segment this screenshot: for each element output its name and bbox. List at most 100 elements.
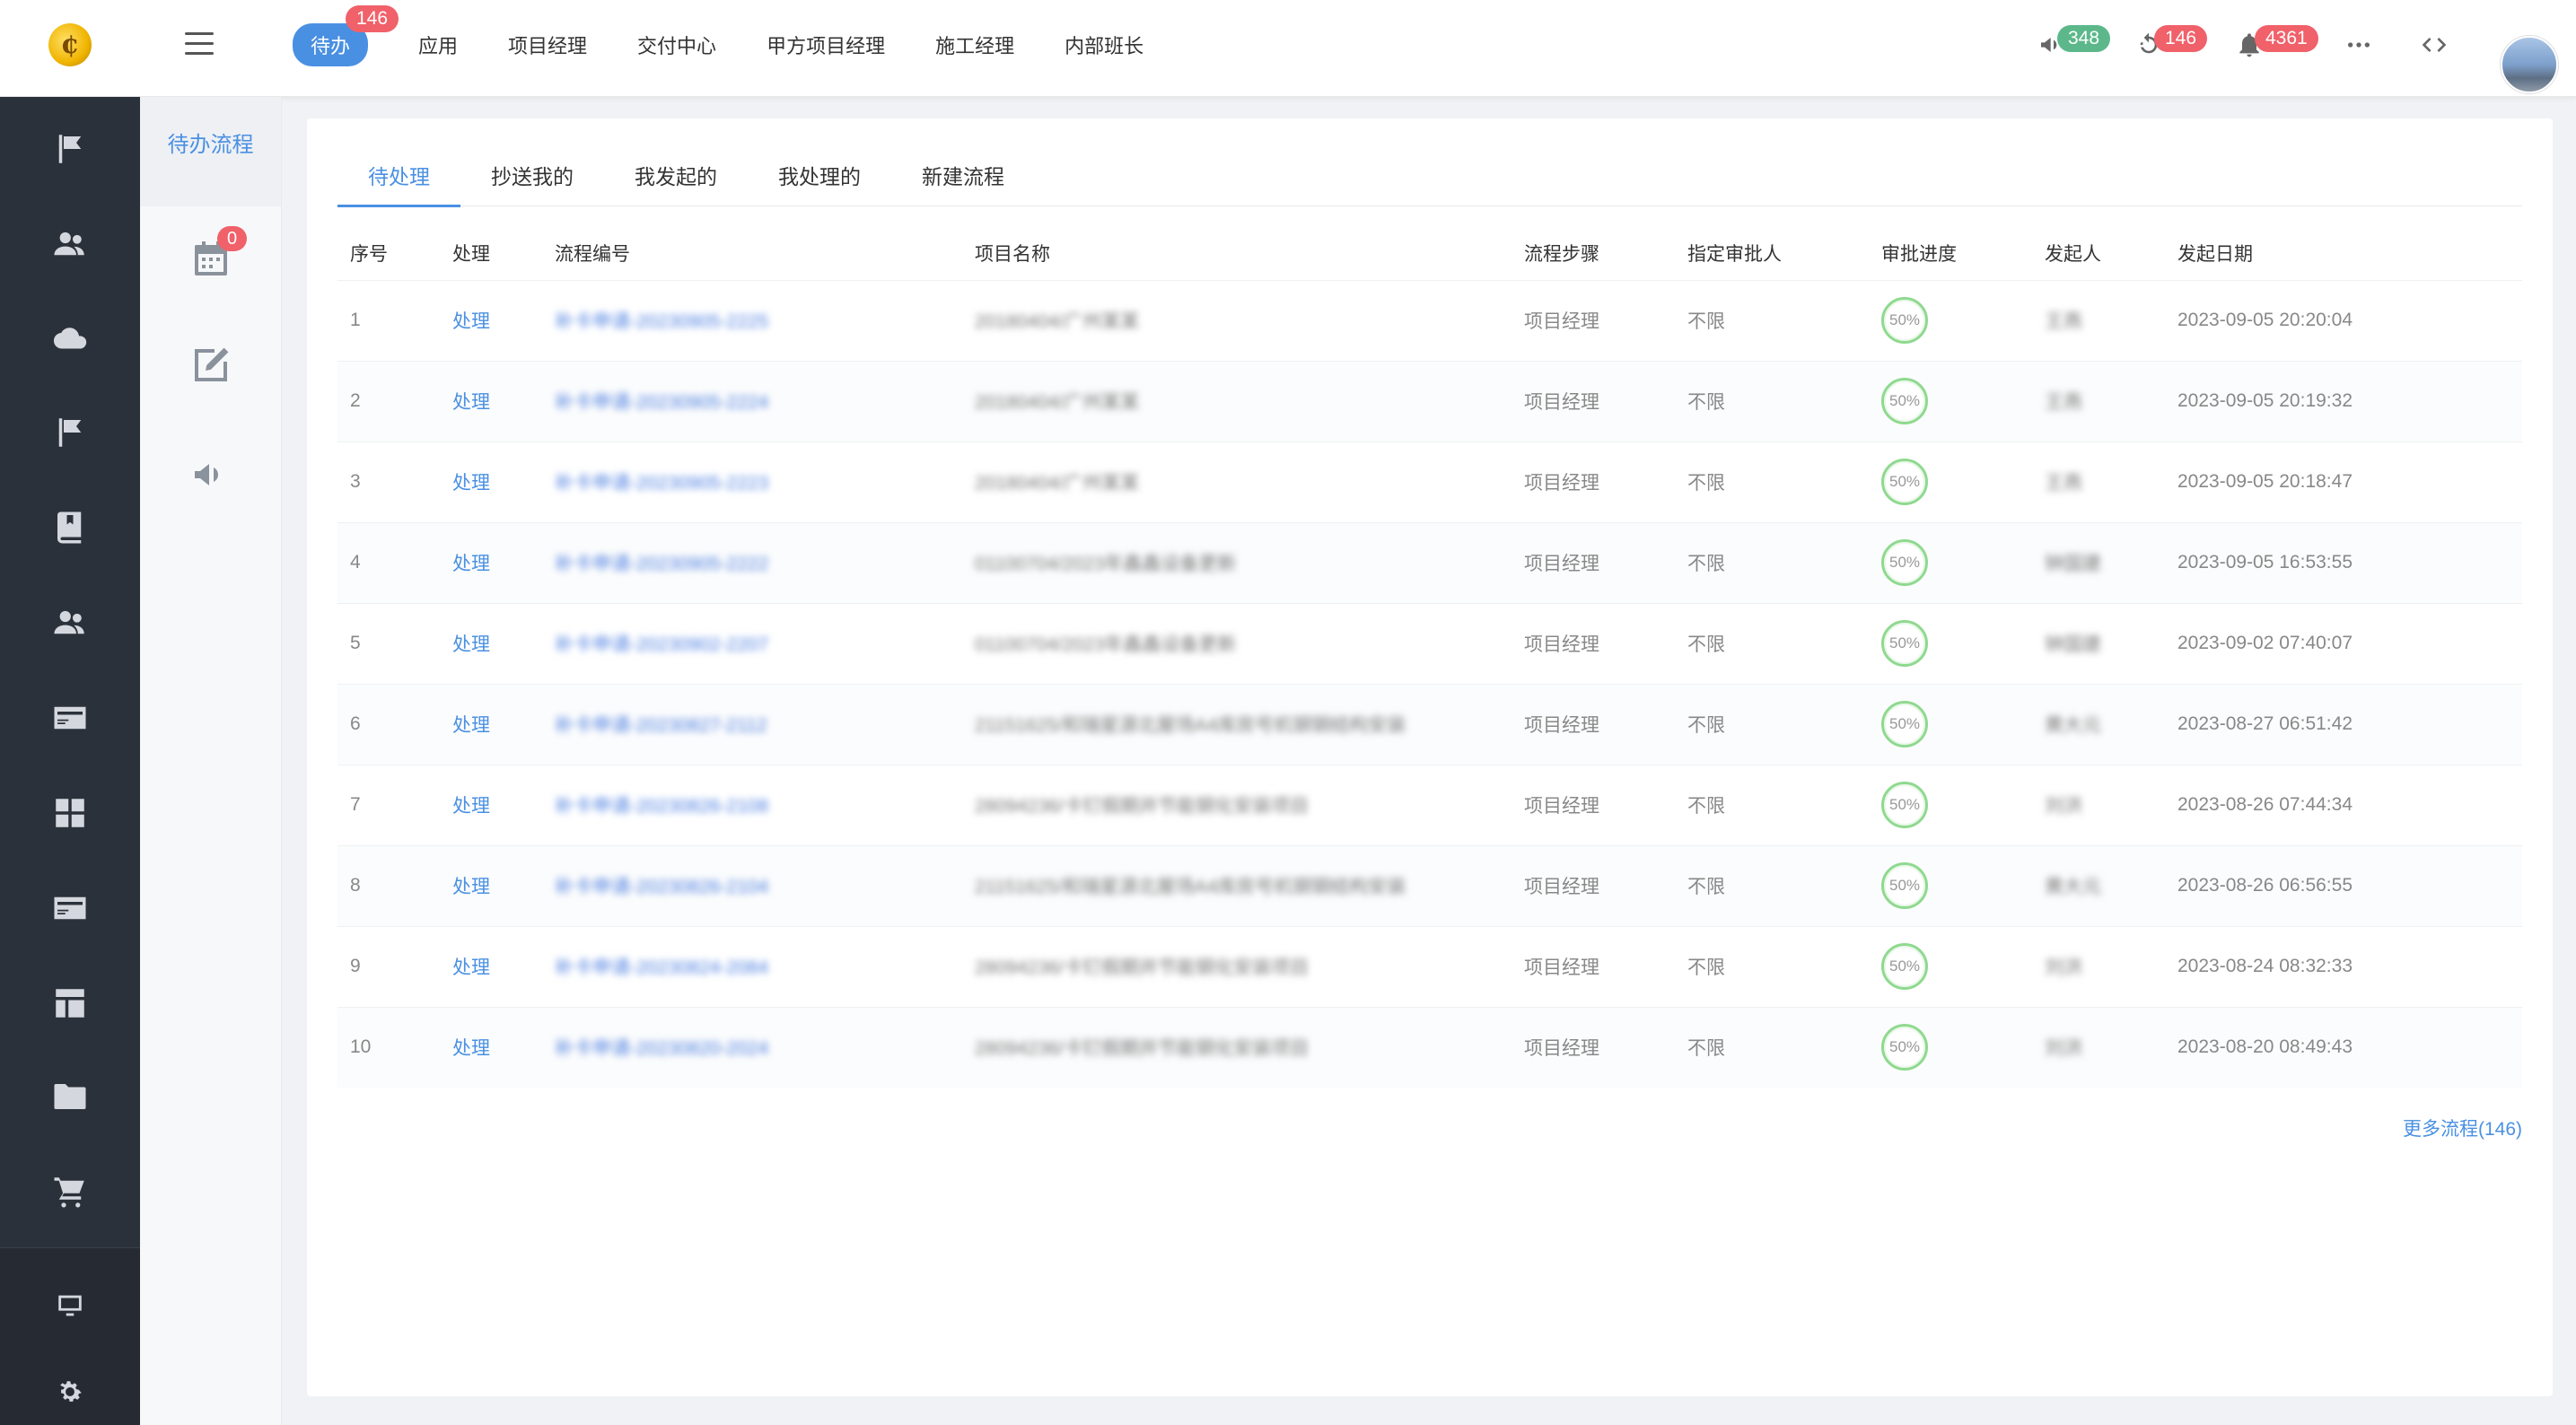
nav-item-apps[interactable]: 应用 <box>418 31 458 59</box>
flow-step: 项目经理 <box>1511 441 1675 522</box>
refresh-icon[interactable]: 146 <box>2134 25 2208 66</box>
app-logo[interactable]: ¢ <box>48 23 92 66</box>
project-name: 28094236/卡钉假期并节能钢化安装项目 <box>975 1038 1310 1060</box>
more-icon[interactable] <box>2344 31 2380 66</box>
nav-item-todo[interactable]: 待办 146 <box>293 5 399 66</box>
process-link[interactable]: 处理 <box>452 634 490 655</box>
flow-step: 项目经理 <box>1511 844 1675 926</box>
code-icon[interactable] <box>2420 31 2456 66</box>
initiated-date: 2023-09-05 20:20:04 <box>2165 279 2522 361</box>
calendar-icon[interactable]: 0 <box>140 226 282 291</box>
gear-icon[interactable] <box>0 1356 140 1425</box>
initiator-name: 钟国建 <box>2045 634 2101 655</box>
nav-item-client-project-manager[interactable]: 甲方项目经理 <box>767 31 885 59</box>
flow-number-link[interactable]: 补卡申请-20230902-2207 <box>555 634 768 655</box>
sidebar-footer <box>0 1247 140 1425</box>
edit-icon[interactable] <box>140 334 282 397</box>
column-header: 处理 <box>452 243 490 265</box>
column-header: 发起人 <box>2045 243 2101 265</box>
process-link[interactable]: 处理 <box>452 311 490 332</box>
user-avatar[interactable] <box>2501 36 2558 93</box>
announcement-icon[interactable]: 348 <box>2037 25 2111 66</box>
flow-step: 项目经理 <box>1511 602 1675 684</box>
flag-icon[interactable] <box>0 113 140 185</box>
workflow-tabs: 待处理 抄送我的 我发起的 我处理的 新建流程 <box>337 158 2522 207</box>
initiated-date: 2023-08-27 06:51:42 <box>2165 683 2522 765</box>
folder-icon[interactable] <box>0 1061 140 1132</box>
users-icon[interactable] <box>0 587 140 659</box>
tab-processed-by-me[interactable]: 我处理的 <box>748 158 891 206</box>
process-link[interactable]: 处理 <box>452 554 490 574</box>
flag-icon[interactable] <box>0 397 140 468</box>
nav-item-internal-foreman[interactable]: 内部班长 <box>1065 31 1143 59</box>
approval-progress-ring: 50% <box>1881 620 1928 667</box>
assigned-approver: 不限 <box>1675 764 1869 845</box>
initiated-date: 2023-09-05 20:18:47 <box>2165 441 2522 522</box>
initiated-date: 2023-08-20 08:49:43 <box>2165 1006 2522 1088</box>
project-name: 28094236/卡钉假期并节能钢化安装项目 <box>975 957 1310 978</box>
flow-number-link[interactable]: 补卡申请-20230905-2222 <box>555 554 768 574</box>
megaphone-icon[interactable] <box>140 443 282 506</box>
menu-toggle-icon[interactable] <box>185 32 214 57</box>
table-row: 6 处理 补卡申请-20230827-2112 21151625/和瑞星源北屋场A4库… <box>337 683 2522 765</box>
layout-icon[interactable] <box>0 967 140 1039</box>
process-link[interactable]: 处理 <box>452 1038 490 1059</box>
flow-number-link[interactable]: 补卡申请-20230905-2224 <box>555 392 768 413</box>
initiator-name: 黄大元 <box>2045 715 2101 736</box>
flow-number-link[interactable]: 补卡申请-20230905-2225 <box>555 311 768 332</box>
flow-step: 项目经理 <box>1511 1006 1675 1088</box>
table-row: 5 处理 补卡申请-20230902-2207 01100704/2023年鑫鑫设备更… <box>337 602 2522 684</box>
process-link[interactable]: 处理 <box>452 877 490 897</box>
dashboard-icon[interactable] <box>0 777 140 849</box>
row-number: 1 <box>337 279 440 361</box>
nav-item-project-manager[interactable]: 项目经理 <box>508 31 587 59</box>
bell-icon[interactable]: 4361 <box>2235 25 2318 66</box>
initiated-date: 2023-08-24 08:32:33 <box>2165 925 2522 1007</box>
process-link[interactable]: 处理 <box>452 715 490 736</box>
approval-progress-ring: 50% <box>1881 862 1928 909</box>
process-link[interactable]: 处理 <box>452 796 490 817</box>
assigned-approver: 不限 <box>1675 279 1869 361</box>
tab-pending[interactable]: 待处理 <box>337 158 460 207</box>
row-number: 8 <box>337 844 440 926</box>
top-icons: 348 146 4361 <box>2011 22 2576 93</box>
sub-sidebar-title[interactable]: 待办流程 <box>140 97 281 206</box>
tab-initiated-by-me[interactable]: 我发起的 <box>604 158 748 206</box>
more-workflows-link[interactable]: 更多流程(146) <box>2403 1115 2522 1141</box>
tab-cc-me[interactable]: 抄送我的 <box>460 158 604 206</box>
column-header: 流程步骤 <box>1524 243 1599 265</box>
flow-number-link[interactable]: 补卡申请-20230827-2112 <box>555 715 767 736</box>
flow-number-link[interactable]: 补卡申请-20230820-2024 <box>555 1038 768 1059</box>
nav-item-construction-manager[interactable]: 施工经理 <box>935 31 1014 59</box>
cart-icon[interactable] <box>0 1156 140 1228</box>
book-icon[interactable] <box>0 492 140 564</box>
top-nav: 待办 146 应用 项目经理 交付中心 甲方项目经理 施工经理 内部班长 <box>293 5 1194 66</box>
monitor-icon[interactable] <box>0 1270 140 1342</box>
initiator-name: 刘洪 <box>2045 1038 2082 1060</box>
table-row: 8 处理 补卡申请-20230826-2104 21151625/和瑞星源北屋场A4库… <box>337 844 2522 926</box>
table-row: 2 处理 补卡申请-20230905-2224 20180404/广州某某 项目经理 不限… <box>337 360 2522 441</box>
row-number: 5 <box>337 602 440 684</box>
tab-new-workflow[interactable]: 新建流程 <box>891 158 1035 206</box>
flow-step: 项目经理 <box>1511 360 1675 441</box>
process-link[interactable]: 处理 <box>452 957 490 978</box>
card-icon[interactable] <box>0 872 140 944</box>
assigned-approver: 不限 <box>1675 683 1869 765</box>
flow-number-link[interactable]: 补卡申请-20230905-2223 <box>555 473 768 494</box>
card-icon[interactable] <box>0 682 140 754</box>
table-row: 3 处理 补卡申请-20230905-2223 20180404/广州某某 项目经理 不限… <box>337 441 2522 522</box>
process-link[interactable]: 处理 <box>452 473 490 494</box>
process-link[interactable]: 处理 <box>452 392 490 413</box>
flow-number-link[interactable]: 补卡申请-20230826-2104 <box>555 877 768 897</box>
flow-number-link[interactable]: 补卡申请-20230824-2084 <box>555 957 768 978</box>
assigned-approver: 不限 <box>1675 844 1869 926</box>
cloud-icon[interactable] <box>0 303 140 375</box>
row-number: 7 <box>337 764 440 845</box>
table-header: 序号 处理 流程编号 项目名称 流程步骤 指定审批人 审批进度 发起人 发起日期 <box>337 226 2522 280</box>
initiator-name: 刘洪 <box>2045 796 2082 817</box>
refresh-badge: 146 <box>2154 25 2208 52</box>
initiated-date: 2023-09-05 20:19:32 <box>2165 360 2522 441</box>
flow-number-link[interactable]: 补卡申请-20230826-2108 <box>555 796 768 817</box>
users-icon[interactable] <box>0 208 140 280</box>
nav-item-delivery-center[interactable]: 交付中心 <box>637 31 716 59</box>
